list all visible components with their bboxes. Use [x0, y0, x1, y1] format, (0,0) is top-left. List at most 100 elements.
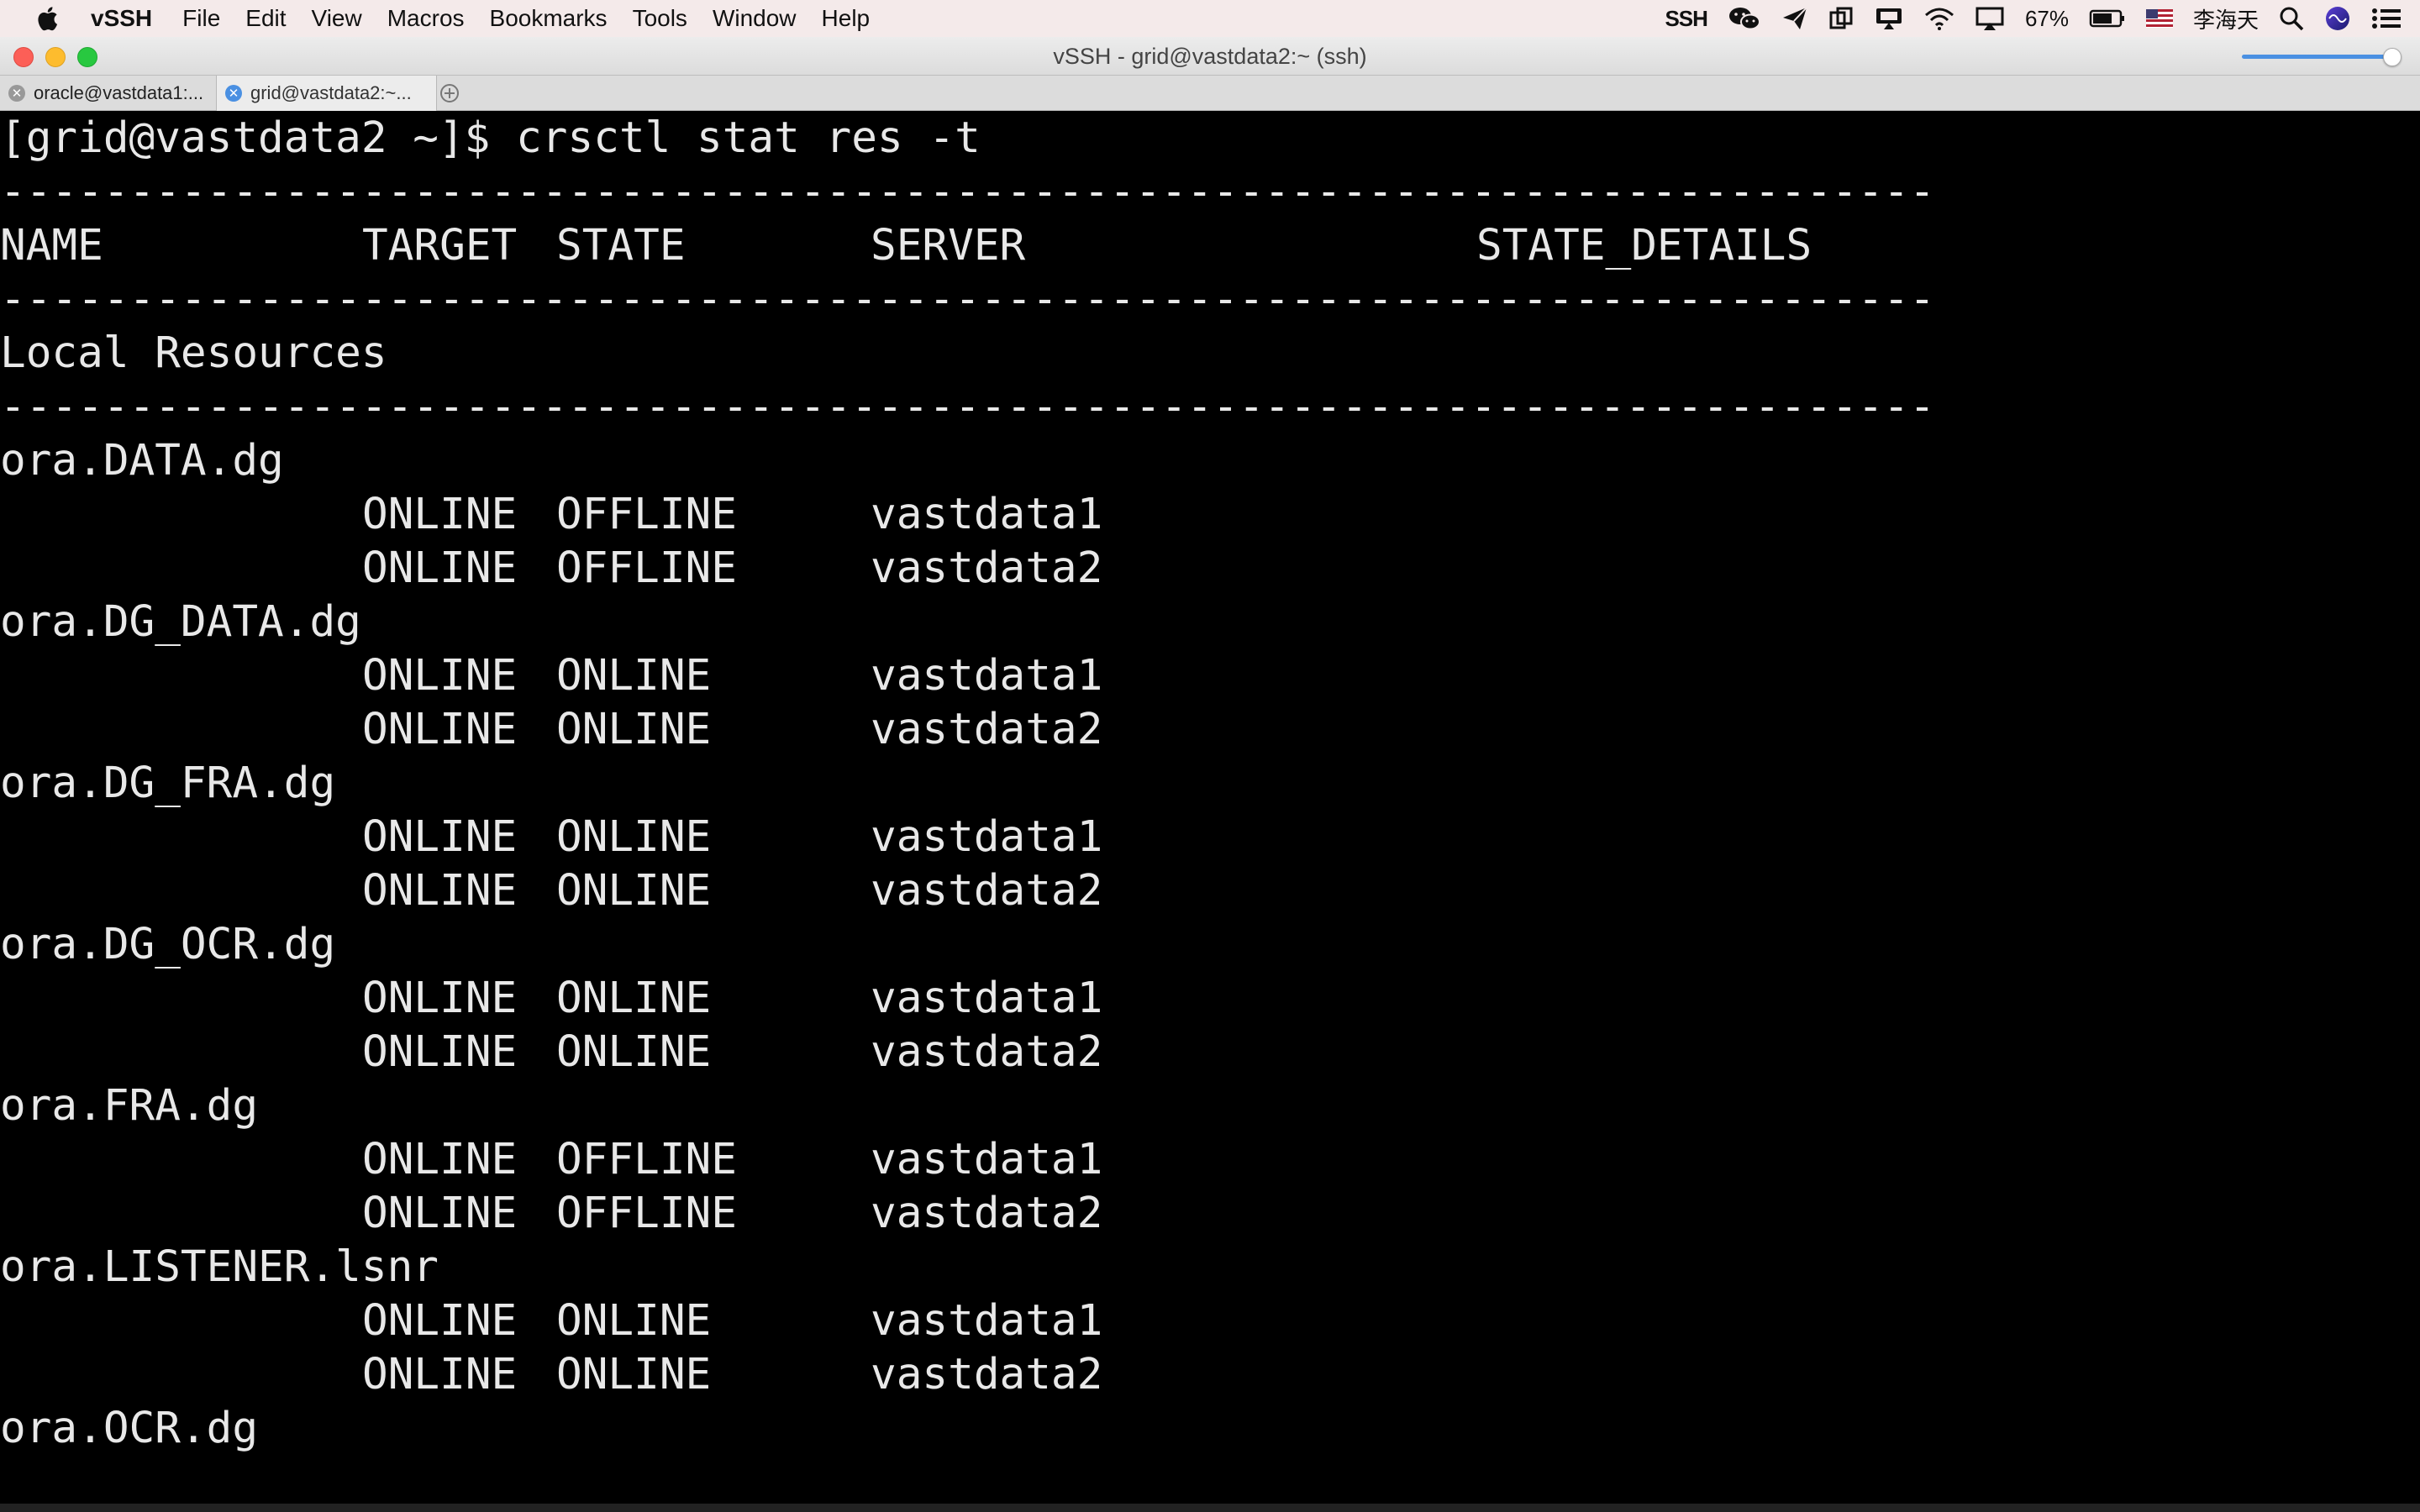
- slider-knob[interactable]: [2383, 48, 2402, 66]
- ssh-icon[interactable]: SSH: [1665, 6, 1707, 32]
- spotlight-icon[interactable]: [2279, 6, 2304, 31]
- resource-status-row: ONLINE ONLINE vastdata2: [0, 864, 2420, 918]
- status-menus: SSH 67% 李海天: [1655, 0, 2420, 37]
- window-bottom-edge: [0, 1504, 2420, 1512]
- resource-status-row: ONLINE ONLINE vastdata1: [0, 972, 2420, 1026]
- separator-line: ----------------------------------------…: [0, 167, 1941, 217]
- cell-server: vastdata1: [871, 812, 1103, 862]
- header-server: SERVER: [871, 221, 1026, 270]
- cell-server: vastdata2: [871, 1350, 1103, 1399]
- wechat-icon[interactable]: [1728, 5, 1761, 32]
- resource-status-row: ONLINE ONLINE vastdata1: [0, 649, 2420, 703]
- cell-state: ONLINE: [556, 1296, 712, 1346]
- copy-icon[interactable]: [1828, 6, 1854, 31]
- slider-track: [2242, 55, 2393, 59]
- resource-name: ora.DG_OCR.dg: [0, 920, 336, 969]
- cell-server: vastdata2: [871, 866, 1103, 916]
- resource-name: ora.DG_DATA.dg: [0, 597, 361, 647]
- cell-target: ONLINE: [362, 1027, 518, 1077]
- cell-target: ONLINE: [362, 812, 518, 862]
- cell-server: vastdata1: [871, 490, 1103, 539]
- battery-percent: 67%: [2024, 5, 2069, 31]
- cell-server: vastdata2: [871, 705, 1103, 754]
- resource-status-row: ONLINE ONLINE vastdata1: [0, 811, 2420, 864]
- tab-oracle-vastdata1[interactable]: ✕ oracle@vastdata1:...: [0, 76, 217, 111]
- header-state: STATE: [556, 221, 686, 270]
- resource-name: ora.DG_FRA.dg: [0, 759, 336, 808]
- resource-name: ora.OCR.dg: [0, 1404, 259, 1453]
- tab-grid-vastdata2[interactable]: ✕ grid@vastdata2:~...: [217, 76, 437, 111]
- cell-state: OFFLINE: [556, 543, 737, 593]
- menu-bookmarks[interactable]: Bookmarks: [490, 0, 608, 37]
- resource-status-row: ONLINE OFFLINE vastdata2: [0, 542, 2420, 596]
- section-title: Local Resources: [0, 328, 387, 378]
- cell-server: vastdata1: [871, 1135, 1103, 1184]
- resource-status-row: ONLINE ONLINE vastdata1: [0, 1294, 2420, 1348]
- cell-target: ONLINE: [362, 543, 518, 593]
- cell-target: ONLINE: [362, 866, 518, 916]
- cell-target: ONLINE: [362, 490, 518, 539]
- resource-status-row: ONLINE ONLINE vastdata2: [0, 1348, 2420, 1402]
- cell-target: ONLINE: [362, 1135, 518, 1184]
- cell-target: ONLINE: [362, 1189, 518, 1238]
- cell-server: vastdata2: [871, 543, 1103, 593]
- menu-macros[interactable]: Macros: [387, 0, 465, 37]
- send-icon[interactable]: [1781, 6, 1808, 31]
- siri-icon[interactable]: [2324, 5, 2351, 32]
- resource-status-row: ONLINE OFFLINE vastdata1: [0, 1133, 2420, 1187]
- menu-file[interactable]: File: [182, 0, 220, 37]
- resource-name: ora.LISTENER.lsnr: [0, 1242, 439, 1292]
- cell-target: ONLINE: [362, 651, 518, 701]
- cell-server: vastdata2: [871, 1189, 1103, 1238]
- cell-server: vastdata1: [871, 1296, 1103, 1346]
- resource-status-row: ONLINE ONLINE vastdata2: [0, 703, 2420, 757]
- macos-menu-bar: vSSH File Edit View Macros Bookmarks Too…: [0, 0, 2420, 37]
- window-title-bar[interactable]: vSSH - grid@vastdata2:~ (ssh): [0, 37, 2420, 76]
- new-tab-button[interactable]: [437, 76, 462, 111]
- menu-window[interactable]: Window: [713, 0, 797, 37]
- notification-center-icon[interactable]: [2371, 7, 2402, 30]
- cell-state: ONLINE: [556, 812, 712, 862]
- close-tab-icon[interactable]: ✕: [225, 85, 242, 102]
- resource-status-row: ONLINE OFFLINE vastdata1: [0, 488, 2420, 542]
- app-menu-vssh[interactable]: vSSH: [91, 0, 152, 37]
- cell-state: OFFLINE: [556, 1135, 737, 1184]
- cell-state: ONLINE: [556, 866, 712, 916]
- tab-label: grid@vastdata2:~...: [250, 82, 412, 103]
- resource-status-row: ONLINE OFFLINE vastdata2: [0, 1187, 2420, 1241]
- apple-menu-icon[interactable]: [24, 0, 71, 37]
- cell-state: ONLINE: [556, 1350, 712, 1399]
- terminal-output[interactable]: [grid@vastdata2 ~]$ crsctl stat res -t -…: [0, 111, 2420, 1512]
- close-tab-icon[interactable]: ✕: [8, 85, 25, 102]
- cell-server: vastdata2: [871, 1027, 1103, 1077]
- cell-server: vastdata1: [871, 651, 1103, 701]
- menu-help[interactable]: Help: [822, 0, 871, 37]
- wifi-icon[interactable]: [1924, 7, 1954, 30]
- command-prompt-line: [grid@vastdata2 ~]$ crsctl stat res -t: [0, 113, 981, 163]
- input-user-name[interactable]: 李海天: [2193, 3, 2259, 34]
- airplay-icon[interactable]: [1975, 6, 2005, 31]
- cell-target: ONLINE: [362, 974, 518, 1023]
- separator-line: ----------------------------------------…: [0, 275, 1941, 324]
- menu-edit[interactable]: Edit: [245, 0, 286, 37]
- cell-target: ONLINE: [362, 1296, 518, 1346]
- cell-target: ONLINE: [362, 705, 518, 754]
- cast-icon[interactable]: [1874, 6, 1904, 31]
- tab-bar: ✕ oracle@vastdata1:... ✕ grid@vastdata2:…: [0, 76, 2420, 111]
- separator-line: ----------------------------------------…: [0, 382, 1941, 432]
- font-size-slider[interactable]: [2242, 48, 2402, 66]
- header-state-details: STATE_DETAILS: [1476, 221, 1812, 270]
- menu-view[interactable]: View: [312, 0, 362, 37]
- battery-icon[interactable]: [2089, 8, 2126, 29]
- cell-state: ONLINE: [556, 651, 712, 701]
- menu-tools[interactable]: Tools: [633, 0, 687, 37]
- flag-us-icon[interactable]: [2145, 9, 2173, 28]
- resource-status-row: ONLINE ONLINE vastdata2: [0, 1026, 2420, 1079]
- window-title: vSSH - grid@vastdata2:~ (ssh): [1053, 44, 1367, 69]
- tab-label: oracle@vastdata1:...: [34, 82, 204, 103]
- plus-icon: [440, 84, 459, 102]
- table-header-row: NAME TARGET STATE SERVER STATE_DETAILS: [0, 219, 2420, 273]
- cell-state: OFFLINE: [556, 490, 737, 539]
- cell-state: ONLINE: [556, 974, 712, 1023]
- cell-state: ONLINE: [556, 705, 712, 754]
